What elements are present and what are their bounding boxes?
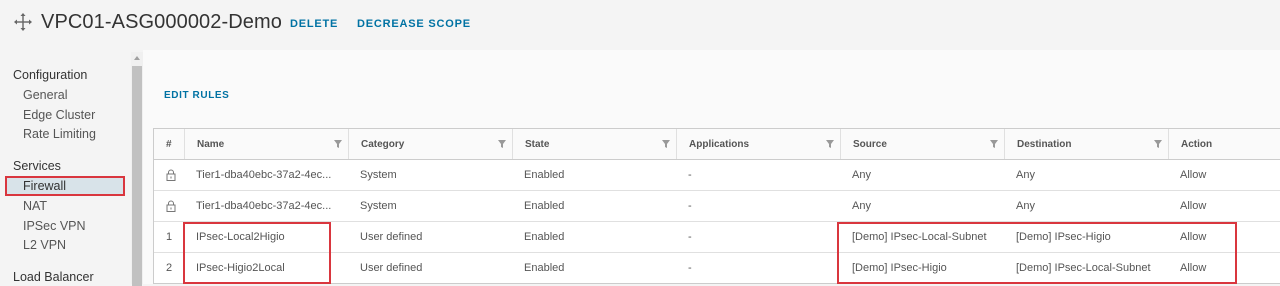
page-title: VPC01-ASG000002-Demo (41, 11, 283, 33)
table-row[interactable]: Tier1-dba40ebc-37a2-4ec... System Enable… (154, 191, 1280, 222)
edit-rules-button[interactable]: EDIT RULES (164, 90, 229, 101)
rule-applications: - (688, 169, 692, 181)
rule-source: [Demo] IPsec-Higio (852, 262, 947, 274)
rule-state: Enabled (524, 200, 565, 212)
column-header-label: Source (853, 138, 887, 150)
rule-name: Tier1-dba40ebc-37a2-4ec... (196, 169, 332, 181)
decrease-scope-button[interactable]: DECREASE SCOPE (357, 18, 471, 30)
row-lock-cell (154, 191, 184, 221)
table-row[interactable]: 2 IPsec-Higio2Local User defined Enabled… (154, 253, 1280, 283)
column-header-label: Name (197, 138, 225, 150)
rule-name: IPsec-Local2Higio (196, 231, 285, 243)
column-header-source[interactable]: Source (840, 129, 1004, 159)
column-header-label: Category (361, 138, 405, 150)
sidebar-item-general[interactable]: General (23, 88, 67, 102)
filter-icon[interactable] (1154, 140, 1162, 148)
filter-icon[interactable] (990, 140, 998, 148)
filter-icon[interactable] (498, 140, 506, 148)
rule-name: Tier1-dba40ebc-37a2-4ec... (196, 200, 332, 212)
sidebar-item-edge-cluster[interactable]: Edge Cluster (23, 108, 95, 122)
column-header-destination[interactable]: Destination (1004, 129, 1168, 159)
page-header: VPC01-ASG000002-Demo DELETE DECREASE SCO… (0, 0, 1280, 50)
rule-category: User defined (360, 262, 423, 274)
rule-category: User defined (360, 231, 423, 243)
column-header-label: Applications (689, 138, 750, 150)
filter-icon[interactable] (826, 140, 834, 148)
rule-source: Any (852, 169, 871, 181)
column-header-label: State (525, 138, 550, 150)
sidebar-section-configuration: Configuration (13, 68, 88, 82)
rule-action: Allow (1180, 262, 1207, 274)
rule-name: IPsec-Higio2Local (196, 262, 285, 274)
filter-icon[interactable] (334, 140, 342, 148)
sidebar-item-l2-vpn[interactable]: L2 VPN (23, 238, 66, 252)
rule-number: 1 (166, 231, 173, 243)
rule-action: Allow (1180, 169, 1207, 181)
rule-destination: [Demo] IPsec-Local-Subnet (1016, 262, 1151, 274)
table-row[interactable]: 1 IPsec-Local2Higio User defined Enabled… (154, 222, 1280, 253)
column-header-label: Action (1181, 138, 1213, 150)
rule-applications: - (688, 262, 692, 274)
rule-destination: Any (1016, 169, 1035, 181)
rule-action: Allow (1180, 231, 1207, 243)
rule-source: Any (852, 200, 871, 212)
sidebar-section-services: Services (13, 159, 61, 173)
sidebar-item-ipsec-vpn[interactable]: IPSec VPN (23, 219, 86, 233)
rule-number: 2 (166, 262, 173, 274)
move-icon (14, 13, 32, 31)
sidebar-scrollbar[interactable] (131, 52, 143, 286)
rule-state: Enabled (524, 262, 565, 274)
rule-state: Enabled (524, 169, 565, 181)
sidebar-item-rate-limiting[interactable]: Rate Limiting (23, 127, 96, 141)
main-content: EDIT RULES # Name Category State Applica… (143, 50, 1280, 284)
column-header-applications[interactable]: Applications (676, 129, 840, 159)
column-header-number: # (154, 129, 184, 159)
filter-icon[interactable] (662, 140, 670, 148)
rule-action: Allow (1180, 200, 1207, 212)
column-header-label: Destination (1017, 138, 1072, 150)
sidebar-nav: Configuration General Edge Cluster Rate … (0, 50, 130, 284)
table-header-row: # Name Category State Applications Sourc… (154, 129, 1280, 160)
firewall-rules-table: # Name Category State Applications Sourc… (153, 128, 1280, 284)
column-header-name[interactable]: Name (184, 129, 348, 159)
rule-applications: - (688, 200, 692, 212)
column-header-category[interactable]: Category (348, 129, 512, 159)
rule-category: System (360, 200, 397, 212)
rule-applications: - (688, 231, 692, 243)
scrollbar-thumb[interactable] (132, 66, 142, 286)
column-header-label: # (166, 138, 172, 150)
column-header-action[interactable]: Action (1168, 129, 1280, 159)
rule-source: [Demo] IPsec-Local-Subnet (852, 231, 987, 243)
rule-destination: [Demo] IPsec-Higio (1016, 231, 1111, 243)
column-header-state[interactable]: State (512, 129, 676, 159)
scroll-up-arrow-icon[interactable] (134, 56, 140, 60)
rule-state: Enabled (524, 231, 565, 243)
row-lock-cell (154, 160, 184, 190)
rule-category: System (360, 169, 397, 181)
lock-icon (166, 169, 176, 181)
sidebar-item-firewall[interactable]: Firewall (5, 176, 125, 196)
table-row[interactable]: Tier1-dba40ebc-37a2-4ec... System Enable… (154, 160, 1280, 191)
lock-icon (166, 200, 176, 212)
sidebar-item-nat[interactable]: NAT (23, 199, 47, 213)
delete-button[interactable]: DELETE (290, 18, 338, 30)
sidebar-section-load-balancer: Load Balancer (13, 270, 94, 284)
rule-destination: Any (1016, 200, 1035, 212)
